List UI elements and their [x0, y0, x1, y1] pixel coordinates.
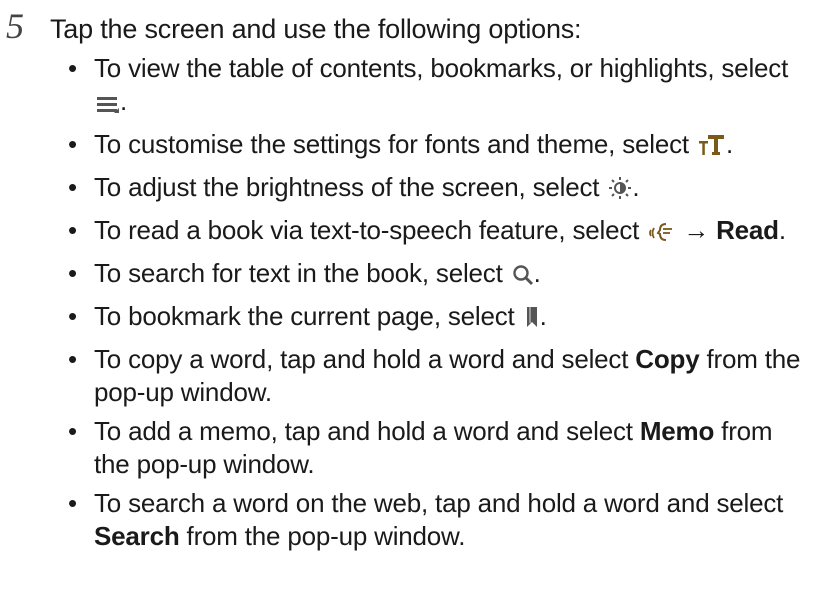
text-to-speech-icon	[648, 218, 676, 251]
read-label: Read	[716, 215, 779, 245]
step-intro: Tap the screen and use the following opt…	[50, 14, 582, 44]
copy-label: Copy	[635, 344, 700, 374]
bullet: •	[68, 488, 77, 518]
bookmark-icon	[524, 304, 540, 337]
list-item: • To search for text in the book, select…	[64, 257, 814, 294]
options-list: • To view the table of contents, bookmar…	[64, 52, 814, 559]
list-item: • To adjust the brightness of the screen…	[64, 171, 814, 208]
instruction-page: 5 Tap the screen and use the following o…	[0, 0, 817, 613]
list-menu-icon	[96, 89, 120, 122]
bullet: •	[68, 53, 77, 83]
list-item: • To customise the settings for fonts an…	[64, 128, 814, 165]
bullet: •	[68, 258, 77, 288]
step-number: 5	[6, 6, 24, 46]
list-item: • To bookmark the current page, select .	[64, 300, 814, 337]
search-icon	[512, 261, 534, 294]
brightness-icon	[608, 175, 632, 208]
bullet: •	[68, 129, 77, 159]
font-settings-icon	[698, 132, 726, 165]
bullet: •	[68, 172, 77, 202]
bullet: •	[68, 344, 77, 374]
list-item: • To read a book via text-to-speech feat…	[64, 214, 814, 251]
bullet: •	[68, 301, 77, 331]
search-label: Search	[94, 521, 180, 551]
list-item: • To add a memo, tap and hold a word and…	[68, 416, 773, 479]
list-item: • To view the table of contents, bookmar…	[64, 52, 814, 122]
memo-label: Memo	[639, 416, 715, 446]
bullet: •	[68, 215, 77, 245]
bullet: •	[68, 416, 77, 446]
list-item: • To copy a word, tap and hold a word an…	[68, 344, 801, 407]
list-item: • To search a word on the web, tap and h…	[68, 488, 784, 551]
